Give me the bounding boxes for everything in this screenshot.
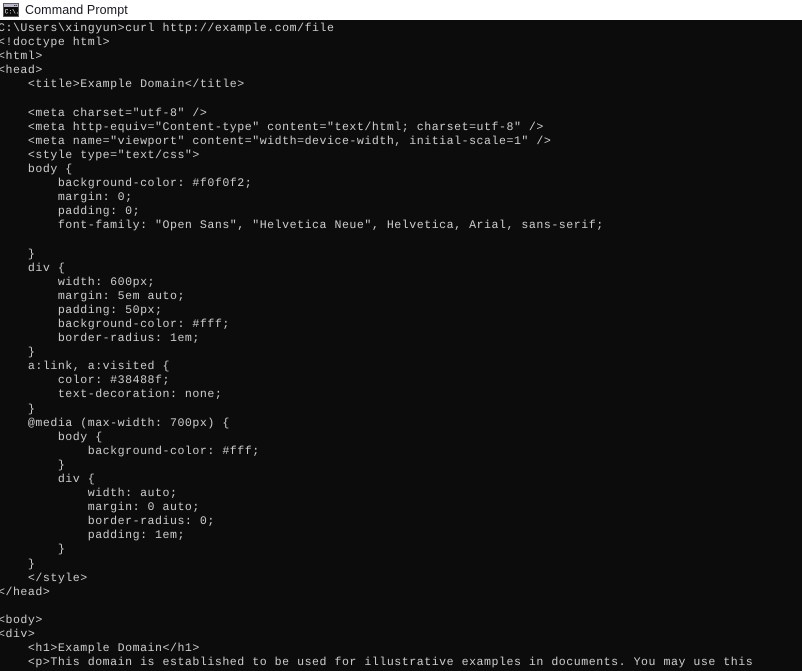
command-prompt-icon: C:\.	[3, 2, 19, 18]
console-text: C:\Users\xingyun>curl http://example.com…	[0, 22, 754, 670]
titlebar[interactable]: C:\. Command Prompt	[0, 0, 802, 20]
svg-text:C:\.: C:\.	[5, 9, 19, 16]
command-prompt-window: C:\. Command Prompt C:\Users\xingyun>cur…	[0, 0, 802, 671]
window-title: Command Prompt	[25, 3, 128, 17]
console-output-area[interactable]: C:\Users\xingyun>curl http://example.com…	[0, 20, 802, 671]
